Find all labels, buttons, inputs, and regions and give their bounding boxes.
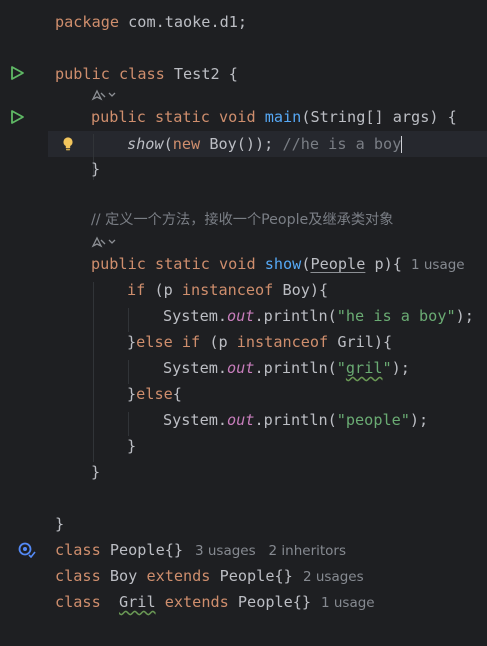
condition-end: Boy){ <box>273 281 329 299</box>
param-type: People <box>310 255 366 273</box>
code-line-package[interactable]: package com.taoke.d1; <box>55 11 247 33</box>
code-line-close-brace[interactable]: } <box>127 435 136 457</box>
indent-guide <box>128 308 129 332</box>
code-line-show-call[interactable]: show(new Boy()); //he is a boy <box>127 133 403 155</box>
code-line-close-brace[interactable]: } <box>55 513 64 535</box>
call-end: ); <box>455 307 474 325</box>
ai-assistant-icon[interactable] <box>91 88 117 102</box>
class-ref: System. <box>163 411 228 429</box>
static-field: out <box>227 411 255 429</box>
keyword: extends <box>146 567 211 585</box>
string-quote: " <box>336 359 346 377</box>
code-line-if[interactable]: if (p instanceof Boy){ <box>127 279 328 301</box>
code-line-show-declaration[interactable]: public static void show(People p){ <box>91 253 402 275</box>
class-body: People{} <box>210 567 293 585</box>
keyword: else <box>136 385 173 403</box>
code-line-else[interactable]: }else{ <box>127 383 182 405</box>
code-line-main-declaration[interactable]: public static void main(String[] args) { <box>91 106 457 128</box>
string-literal: "people" <box>336 411 410 429</box>
keyword: extends <box>164 593 229 611</box>
keyword: public static void <box>91 255 256 273</box>
class-name: Test2 { <box>164 65 238 83</box>
class-ref: System. <box>163 307 228 325</box>
method-call: .println( <box>254 411 337 429</box>
method-call: .println( <box>254 307 337 325</box>
code-line-class-gril[interactable]: class Gril extends People{} <box>55 591 311 613</box>
code-line-close-brace[interactable]: } <box>91 461 100 483</box>
usages-hint[interactable]: 1 usage <box>411 254 465 276</box>
lightbulb-icon[interactable] <box>61 136 75 152</box>
indent-guide <box>128 360 129 384</box>
method-name: show <box>264 255 302 273</box>
condition-end: Gril){ <box>328 333 393 351</box>
run-icon[interactable] <box>9 65 25 81</box>
keyword: new <box>172 135 201 153</box>
keyword: instanceof <box>181 281 274 299</box>
param-name: p){ <box>365 255 402 273</box>
method-call: .println( <box>254 359 337 377</box>
keyword: package <box>55 13 120 31</box>
code-line-comment[interactable]: // 定义一个方法，接收一个People及继承类对象 <box>91 209 393 231</box>
code-line-println[interactable]: System.out.println("people"); <box>163 409 428 431</box>
code-line-close-brace[interactable]: } <box>91 158 100 180</box>
keyword: class <box>55 567 101 585</box>
class-body: People{} <box>228 593 312 611</box>
usages-hint[interactable]: 3 usages 2 inheritors <box>195 540 346 562</box>
keyword: if <box>127 281 146 299</box>
constructor-call: Boy()); <box>200 135 283 153</box>
indent-guide <box>93 282 94 462</box>
string-literal: "he is a boy" <box>336 307 456 325</box>
code-line-class-declaration[interactable]: public class Test2 { <box>55 63 238 85</box>
keyword: public static void <box>91 108 256 126</box>
paren: ( <box>163 135 173 153</box>
brace: } <box>127 385 137 403</box>
usages-hint[interactable]: 2 usages <box>303 566 364 588</box>
call-end: ); <box>391 359 410 377</box>
keyword: else if <box>136 333 201 351</box>
method-name: main <box>264 108 302 126</box>
implemented-icon[interactable] <box>18 542 36 558</box>
string-literal-typo: gril <box>345 359 383 377</box>
brace: } <box>127 333 137 351</box>
keyword: class <box>55 593 101 611</box>
line-comment: //he is a boy <box>282 135 402 153</box>
condition-start: (p <box>145 281 182 299</box>
package-name: com.taoke.d1; <box>119 13 248 31</box>
brace: { <box>172 385 182 403</box>
class-name: Boy <box>100 567 147 585</box>
code-line-else-if[interactable]: }else if (p instanceof Gril){ <box>127 331 392 353</box>
usages-hint[interactable]: 1 usage <box>321 592 375 614</box>
indent-guide <box>128 412 129 436</box>
static-field: out <box>227 307 255 325</box>
method-params: (String[] args) { <box>301 108 457 126</box>
static-field: out <box>227 359 255 377</box>
keyword: class <box>55 541 101 559</box>
condition-start: (p <box>200 333 237 351</box>
ai-assistant-icon[interactable] <box>91 235 117 249</box>
class-name-typo: Gril <box>119 593 156 611</box>
string-quote: " <box>382 359 392 377</box>
code-line-println[interactable]: System.out.println("he is a boy"); <box>163 305 474 327</box>
code-line-println[interactable]: System.out.println("gril"); <box>163 357 410 379</box>
keyword: public <box>55 65 110 83</box>
call-end: ); <box>409 411 429 429</box>
run-icon[interactable] <box>9 109 25 125</box>
class-body: People{} <box>100 541 184 559</box>
keyword: instanceof <box>236 333 329 351</box>
text-caret <box>401 136 403 153</box>
method-call: show <box>127 135 164 153</box>
class-ref: System. <box>163 359 228 377</box>
code-line-class-boy[interactable]: class Boy extends People{} <box>55 565 293 587</box>
code-line-class-people[interactable]: class People{} <box>55 539 183 561</box>
keyword: class <box>119 65 165 83</box>
